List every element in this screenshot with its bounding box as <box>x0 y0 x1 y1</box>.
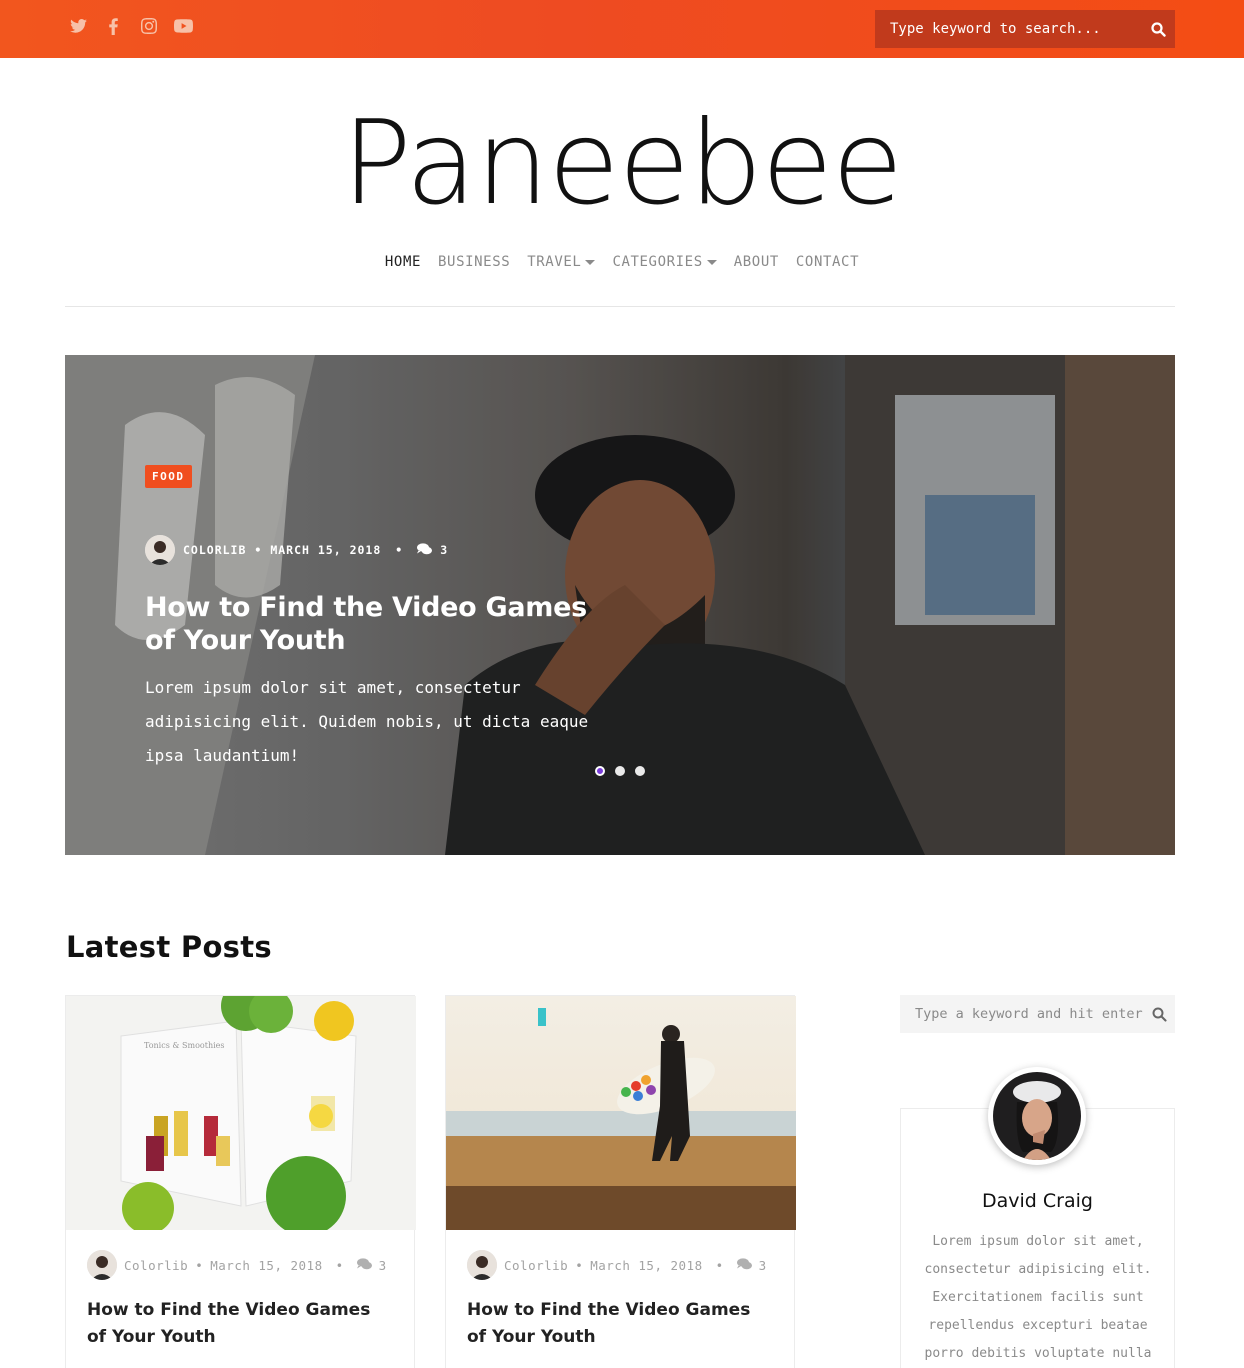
comment-count: 3 <box>440 543 449 557</box>
post-meta: Colorlib • March 15, 2018 • 3 <box>467 1250 767 1280</box>
nav-item-categories[interactable]: CATEGORIES <box>612 254 717 270</box>
author-avatar <box>145 535 175 565</box>
book-text: Tonics & Smoothies <box>144 1041 225 1050</box>
post-meta: Colorlib • March 15, 2018 • 3 <box>87 1250 387 1280</box>
post-date: March 15, 2018 <box>590 1257 703 1273</box>
slider-dot[interactable] <box>615 766 625 776</box>
nav-item-about[interactable]: ABOUT <box>734 254 779 270</box>
author-avatar <box>467 1250 497 1280</box>
slider-dots <box>595 766 645 776</box>
meta-separator: • <box>395 543 404 557</box>
instagram-icon[interactable] <box>138 15 159 37</box>
post-meta: COLORLIB • MARCH 15, 2018 • 3 <box>145 535 448 565</box>
author-name[interactable]: Colorlib <box>124 1258 188 1273</box>
nav-item-travel[interactable]: TRAVEL <box>527 254 596 270</box>
top-search-input[interactable] <box>875 10 1141 48</box>
bio-text: Lorem ipsum dolor sit amet, consectetur … <box>924 1234 1152 1361</box>
nav-item-contact[interactable]: CONTACT <box>796 254 859 270</box>
twitter-icon[interactable] <box>68 15 89 37</box>
category-badge[interactable]: FOOD <box>145 465 192 488</box>
search-icon[interactable] <box>1141 10 1175 48</box>
comment-icon <box>736 1257 752 1273</box>
meta-separator: • <box>575 1257 584 1273</box>
caret-down-icon <box>585 259 596 265</box>
hero-slider[interactable]: FOOD COLORLIB • MARCH 15, 2018 • 3 How t… <box>65 355 1175 855</box>
comment-icon <box>356 1257 372 1273</box>
post-title[interactable]: How to Find the Video Games of Your Yout… <box>87 1297 387 1351</box>
comment-icon <box>417 542 433 558</box>
facebook-icon[interactable] <box>103 15 124 37</box>
main-nav: HOME BUSINESS TRAVEL CATEGORIES ABOUT CO… <box>0 254 1244 270</box>
social-links <box>68 15 194 37</box>
hero-title[interactable]: How to Find the Video Games of Your Yout… <box>145 591 605 657</box>
latest-posts-heading: Latest Posts <box>66 930 272 964</box>
sidebar-search-input[interactable] <box>915 1006 1143 1022</box>
slider-dot[interactable] <box>595 766 605 776</box>
meta-separator: • <box>715 1257 724 1273</box>
nav-label: CONTACT <box>795 254 860 270</box>
nav-label: TRAVEL <box>527 254 582 270</box>
author-avatar <box>87 1250 117 1280</box>
post-card[interactable]: Colorlib • March 15, 2018 • 3 How to Fin… <box>445 995 796 1368</box>
nav-item-business[interactable]: BUSINESS <box>438 254 510 270</box>
nav-label: ABOUT <box>733 254 779 270</box>
post-date: March 15, 2018 <box>210 1257 323 1273</box>
author-name[interactable]: COLORLIB <box>183 543 246 557</box>
meta-separator: • <box>195 1257 204 1273</box>
header-divider <box>65 306 1175 307</box>
author-name[interactable]: Colorlib <box>504 1258 568 1273</box>
post-card[interactable]: Tonics & Smoothies Colorlib • March 15, … <box>65 995 416 1368</box>
sidebar-search-form <box>900 995 1175 1033</box>
bio-name: David Craig <box>982 1190 1093 1212</box>
top-search-form <box>875 10 1175 48</box>
hero-excerpt: Lorem ipsum dolor sit amet, consectetur … <box>145 678 589 765</box>
comment-count: 3 <box>758 1257 767 1273</box>
post-thumbnail[interactable] <box>446 996 796 1230</box>
slider-dot[interactable] <box>635 766 645 776</box>
comment-count: 3 <box>378 1257 387 1273</box>
nav-label: CATEGORIES <box>612 254 703 270</box>
nav-label: HOME <box>384 254 422 270</box>
nav-item-home[interactable]: HOME <box>385 254 421 270</box>
bio-avatar <box>988 1067 1086 1165</box>
search-icon[interactable] <box>1143 1007 1175 1022</box>
meta-separator: • <box>335 1257 344 1273</box>
post-thumbnail[interactable]: Tonics & Smoothies <box>66 996 416 1230</box>
youtube-icon[interactable] <box>173 15 194 37</box>
top-bar <box>0 0 1244 58</box>
nav-label: BUSINESS <box>438 254 511 270</box>
site-logo[interactable]: Paneebee <box>0 96 1244 232</box>
meta-separator: • <box>254 543 263 557</box>
post-date: MARCH 15, 2018 <box>270 543 382 557</box>
caret-down-icon <box>706 259 717 265</box>
post-title[interactable]: How to Find the Video Games of Your Yout… <box>467 1297 767 1351</box>
